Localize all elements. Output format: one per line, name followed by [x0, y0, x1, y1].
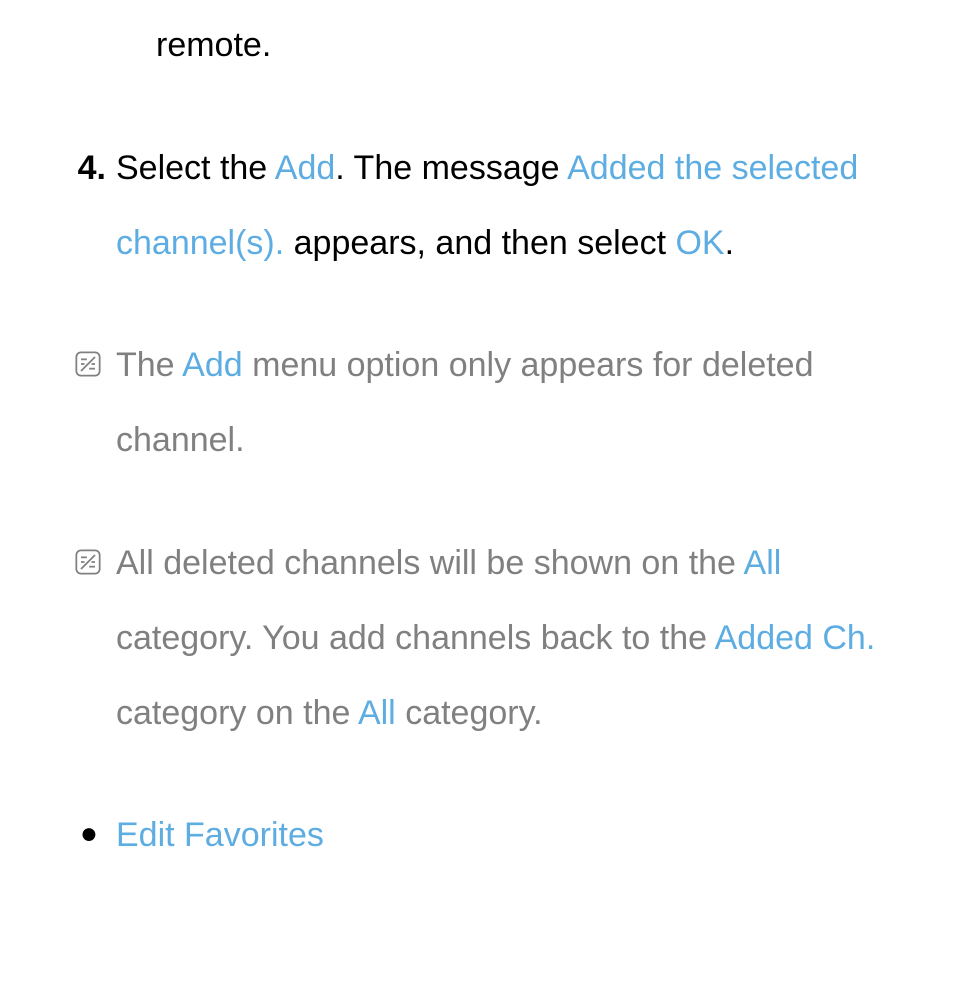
- step-marker: 4.: [64, 131, 116, 281]
- highlight-ok: OK: [675, 224, 724, 262]
- bullet-marker: ●: [64, 798, 116, 873]
- bullet-edit-favorites: ● Edit Favorites: [64, 798, 890, 873]
- bullet-label: Edit Favorites: [116, 816, 324, 854]
- step-content: Select the Add. The message Added the se…: [116, 131, 890, 281]
- partial-previous-line: remote.: [156, 8, 890, 83]
- text: The: [116, 346, 182, 384]
- highlight-added-ch: Added Ch.: [715, 619, 876, 657]
- note-icon: [64, 526, 116, 750]
- text: category. You add channels back to the: [116, 619, 715, 657]
- text: category on the: [116, 694, 358, 732]
- highlight-all: All: [358, 694, 396, 732]
- highlight-add: Add: [182, 346, 243, 384]
- note-content: All deleted channels will be shown on th…: [116, 526, 890, 750]
- text: .: [725, 224, 734, 262]
- note-1: The Add menu option only appears for del…: [64, 328, 890, 478]
- bullet-content: Edit Favorites: [116, 798, 890, 873]
- text: appears, and then select: [284, 224, 675, 262]
- highlight-add: Add: [275, 149, 336, 187]
- note-content: The Add menu option only appears for del…: [116, 328, 890, 478]
- text-fragment: remote.: [156, 26, 271, 64]
- note-2: All deleted channels will be shown on th…: [64, 526, 890, 750]
- step-4: 4. Select the Add. The message Added the…: [64, 131, 890, 281]
- text: Select the: [116, 149, 275, 187]
- highlight-all: All: [744, 544, 782, 582]
- text: . The message: [335, 149, 567, 187]
- text: category.: [396, 694, 543, 732]
- text: All deleted channels will be shown on th…: [116, 544, 744, 582]
- note-icon: [64, 328, 116, 478]
